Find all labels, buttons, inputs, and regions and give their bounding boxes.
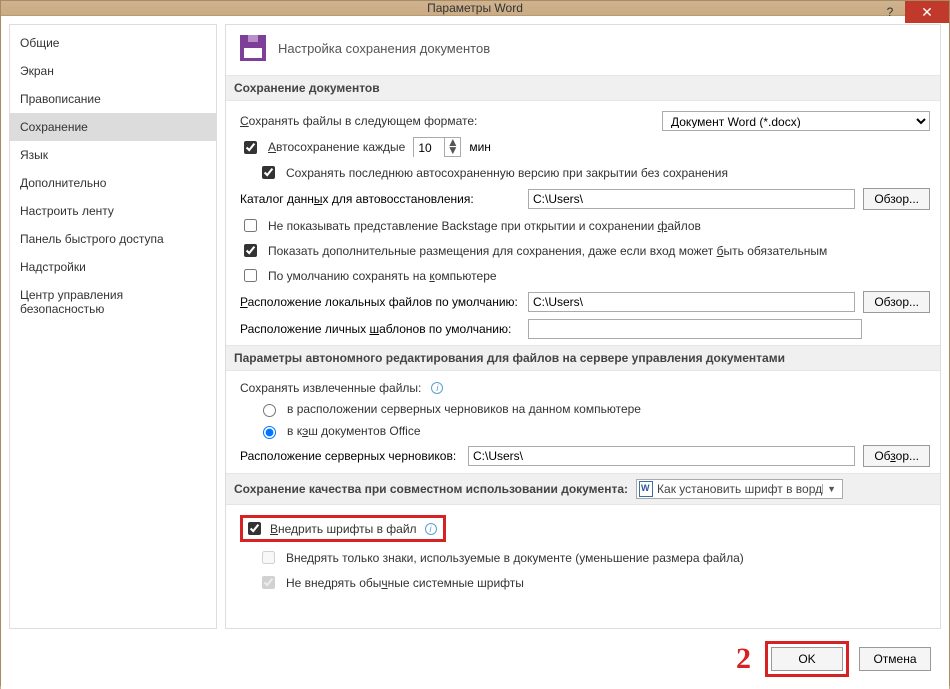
embed-fonts-label: Внедрить шрифты в файл — [270, 522, 417, 536]
sidebar-item-addins[interactable]: Надстройки — [10, 253, 216, 281]
autorecover-browse-button[interactable]: Обзор... — [863, 188, 930, 210]
personal-templates-label: Расположение личных шаблонов по умолчани… — [240, 322, 520, 336]
info-icon[interactable]: i — [425, 523, 437, 535]
word-doc-icon — [639, 481, 653, 497]
save-icon — [240, 35, 266, 61]
no-backstage-checkbox[interactable] — [244, 219, 257, 232]
local-files-browse-button[interactable]: Обзор... — [863, 291, 930, 313]
keep-last-autosaved-checkbox[interactable] — [262, 166, 275, 179]
autorecover-path-label: Каталог данных для автовосстановления: — [240, 192, 520, 206]
section-save-documents: Сохранение документов — [226, 75, 940, 101]
page-header: Настройка сохранения документов — [278, 41, 490, 56]
sidebar-item-general[interactable]: Общие — [10, 29, 216, 57]
server-drafts-browse-button[interactable]: Обзор... — [863, 445, 930, 467]
fidelity-document-select[interactable]: Как установить шрифт в ворд ▼ — [636, 479, 843, 499]
help-button[interactable]: ? — [875, 1, 905, 23]
save-to-computer-label: По умолчанию сохранять на компьютере — [268, 269, 497, 283]
cancel-button[interactable]: Отмена — [859, 647, 931, 671]
autosave-checkbox[interactable] — [244, 141, 257, 154]
office-cache-radio-label: в кэш документов Office — [287, 424, 421, 438]
section-offline: Параметры автономного редактирования для… — [226, 345, 940, 371]
annotation-2: 2 — [736, 642, 751, 676]
section-fidelity: Сохранение качества при совместном испол… — [226, 473, 940, 505]
keep-last-autosaved-label: Сохранять последнюю автосохраненную верс… — [286, 166, 728, 180]
annotation-1: 1 — [226, 509, 227, 543]
local-files-path-label: Расположение локальных файлов по умолчан… — [240, 295, 520, 309]
office-cache-radio[interactable] — [263, 426, 276, 439]
no-backstage-label: Не показывать представление Backstage пр… — [268, 219, 701, 233]
autosave-unit: мин — [469, 140, 491, 154]
sidebar-item-save[interactable]: Сохранение — [10, 113, 216, 141]
show-places-label: Показать дополнительные размещения для с… — [268, 244, 827, 258]
server-drafts-radio-label: в расположении серверных черновиков на д… — [287, 402, 641, 416]
titlebar: Параметры Word ? ✕ — [1, 1, 949, 16]
server-drafts-radio[interactable] — [263, 404, 276, 417]
embed-fonts-checkbox[interactable] — [248, 522, 261, 535]
annotation-box-1: Внедрить шрифты в файл i — [240, 515, 446, 542]
close-button[interactable]: ✕ — [905, 1, 949, 23]
show-places-checkbox[interactable] — [244, 244, 257, 257]
window-title: Параметры Word — [1, 1, 949, 15]
sidebar-item-advanced[interactable]: Дополнительно — [10, 169, 216, 197]
annotation-box-2: OK — [765, 641, 849, 677]
ok-button[interactable]: OK — [771, 647, 843, 671]
info-icon[interactable]: i — [431, 382, 443, 394]
save-to-computer-checkbox[interactable] — [244, 269, 257, 282]
embed-subset-checkbox — [262, 551, 275, 564]
sidebar-item-language[interactable]: Язык — [10, 141, 216, 169]
save-format-label: Сохранять файлы в следующем формате: — [240, 114, 477, 128]
autorecover-path-input[interactable] — [528, 189, 855, 209]
save-checked-out-label: Сохранять извлеченные файлы: — [240, 381, 421, 395]
save-format-select[interactable]: Документ Word (*.docx) — [662, 111, 930, 131]
sidebar-item-display[interactable]: Экран — [10, 57, 216, 85]
skip-system-fonts-label: Не внедрять обычные системные шрифты — [286, 576, 524, 590]
local-files-path-input[interactable] — [528, 292, 855, 312]
dialog-footer: 2 OK Отмена — [9, 637, 941, 681]
sidebar-item-trust[interactable]: Центр управления безопасностью — [10, 281, 216, 323]
main-panel: Настройка сохранения документов Сохранен… — [225, 24, 941, 629]
sidebar-item-ribbon[interactable]: Настроить ленту — [10, 197, 216, 225]
category-sidebar: Общие Экран Правописание Сохранение Язык… — [9, 24, 217, 629]
sidebar-item-proofing[interactable]: Правописание — [10, 85, 216, 113]
skip-system-fonts-checkbox — [262, 576, 275, 589]
server-drafts-path-input[interactable] — [468, 446, 855, 466]
autosave-interval-input[interactable] — [414, 138, 444, 158]
personal-templates-input[interactable] — [528, 319, 862, 339]
sidebar-item-qat[interactable]: Панель быстрого доступа — [10, 225, 216, 253]
autosave-interval-spinner[interactable]: ▲▼ — [413, 137, 461, 157]
server-drafts-path-label: Расположение серверных черновиков: — [240, 449, 460, 463]
embed-subset-label: Внедрять только знаки, используемые в до… — [286, 551, 744, 565]
autosave-label: Автосохранение каждые — [268, 140, 405, 154]
